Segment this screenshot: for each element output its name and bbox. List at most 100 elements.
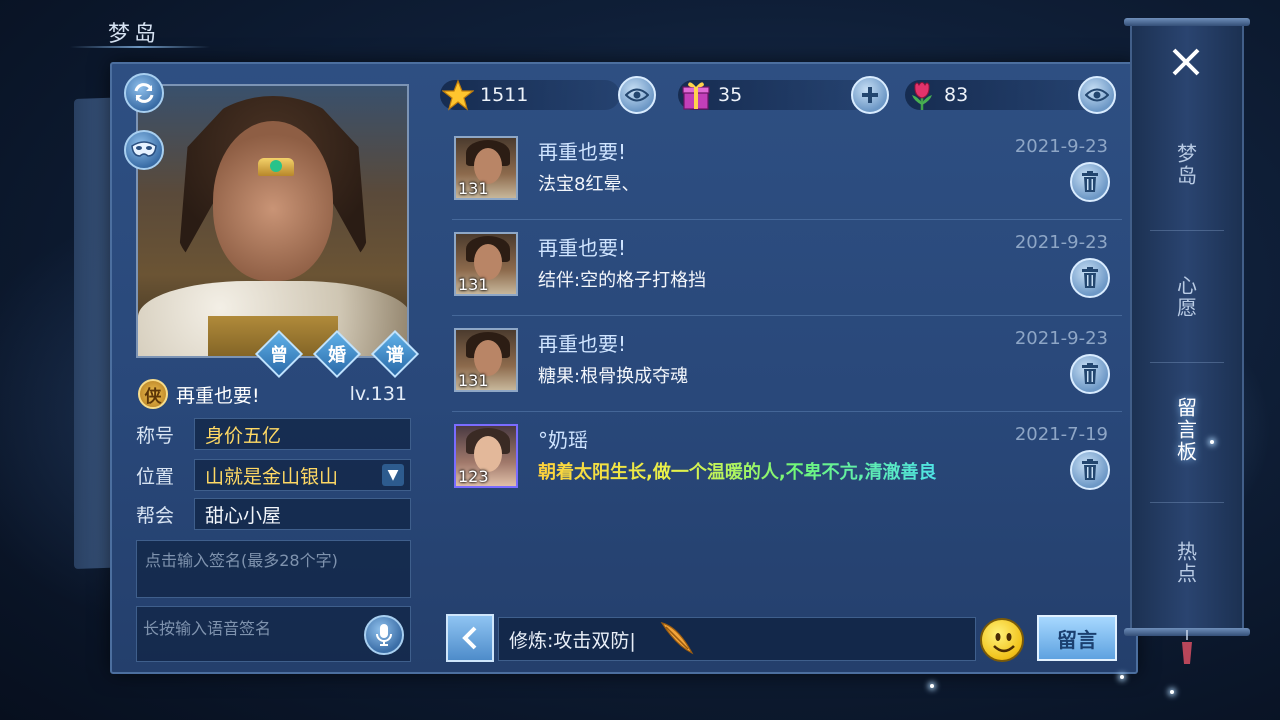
avatar[interactable]: 131	[454, 136, 518, 200]
tab-message-board[interactable]: 留言板	[1160, 384, 1212, 476]
microphone-icon	[376, 624, 392, 646]
message-input-value: 修炼:攻击双防|	[509, 629, 636, 652]
message-author[interactable]: 再重也要!	[538, 136, 626, 165]
mask-button[interactable]	[124, 130, 164, 170]
smiley-icon	[993, 633, 1015, 653]
back-button[interactable]	[446, 614, 494, 662]
class-badge: 侠	[138, 379, 168, 409]
tab-divider	[1150, 230, 1224, 231]
title-row: 称号 身价五亿	[136, 418, 411, 450]
message-author[interactable]: °奶瑶	[538, 424, 588, 453]
tag-label: 谱	[386, 345, 404, 366]
player-level: lv.131	[349, 383, 407, 405]
stars-value: 1511	[480, 84, 529, 106]
close-button[interactable]	[1166, 42, 1206, 82]
trash-icon	[1082, 363, 1098, 384]
gifts-stat: 35	[680, 78, 742, 112]
sparkle	[1120, 675, 1124, 679]
message-item: 131 再重也要! 2021-9-23 糖果:根骨换成夺魂	[452, 328, 1122, 420]
tab-wishes[interactable]: 心愿	[1160, 262, 1212, 332]
tab-dream-island[interactable]: 梦岛	[1160, 130, 1212, 200]
guild-row: 帮会 甜心小屋	[136, 498, 411, 530]
close-icon	[1172, 48, 1200, 76]
profile-name-row: 侠 再重也要! lv.131	[136, 378, 411, 410]
guild-label: 帮会	[136, 504, 175, 527]
avatar-level: 131	[458, 179, 489, 198]
tag-hun[interactable]: 婚	[311, 334, 363, 374]
player-name: 再重也要!	[176, 384, 260, 407]
message-date: 2021-9-23	[1014, 328, 1108, 349]
avatar[interactable]: 131	[454, 232, 518, 296]
delete-message-button[interactable]	[1070, 354, 1110, 394]
location-row: 位置 山就是金山银山 ▼	[136, 459, 411, 491]
quill-icon	[660, 622, 694, 655]
delete-message-button[interactable]	[1070, 450, 1110, 490]
message-text: 糖果:根骨换成夺魂	[538, 366, 689, 387]
delete-message-button[interactable]	[1070, 258, 1110, 298]
scroll-rod-top	[1124, 18, 1250, 26]
flowers-value: 83	[944, 84, 969, 106]
add-gift-button[interactable]	[851, 76, 889, 114]
flowers-stat: 83	[906, 78, 968, 112]
tag-label: 婚	[328, 345, 346, 366]
tab-hot-topics[interactable]: 热点	[1160, 528, 1212, 598]
avatar[interactable]: 123	[454, 424, 518, 488]
send-message-button[interactable]: 留言	[1037, 615, 1117, 661]
eye-icon	[625, 88, 649, 102]
status-tags: 曾 婚 谱	[253, 334, 421, 374]
emoji-button[interactable]	[980, 618, 1024, 662]
avatar[interactable]: 131	[454, 328, 518, 392]
title-value[interactable]: 身价五亿	[194, 418, 411, 450]
view-flowers-button[interactable]	[1078, 76, 1116, 114]
message-date: 2021-7-19	[1014, 424, 1108, 445]
avatar-level: 131	[458, 371, 489, 390]
signature-input[interactable]: 点击输入签名(最多28个字)	[136, 540, 411, 598]
location-label: 位置	[136, 465, 175, 488]
refresh-button[interactable]	[124, 73, 164, 113]
message-item: 131 再重也要! 2021-9-23 法宝8红晕、	[452, 136, 1122, 228]
gifts-value: 35	[718, 84, 743, 106]
chevron-left-icon	[462, 626, 477, 650]
tag-zeng[interactable]: 曾	[253, 334, 305, 374]
message-text: 法宝8红晕、	[538, 174, 640, 195]
eye-icon	[1085, 88, 1109, 102]
mask-icon	[131, 141, 157, 157]
flower-icon	[912, 82, 932, 110]
plus-icon	[862, 87, 878, 103]
chevron-down-icon[interactable]: ▼	[382, 464, 404, 486]
stars-stat: 1511	[442, 78, 528, 112]
sparkle	[1210, 440, 1214, 444]
sparkle	[1170, 690, 1174, 694]
message-text: 结伴:空的格子打格挡	[538, 270, 707, 291]
message-divider	[452, 219, 1122, 220]
voice-signature-placeholder: 长按输入语音签名	[143, 619, 272, 638]
message-author[interactable]: 再重也要!	[538, 328, 626, 357]
location-value: 山就是金山银山	[205, 465, 339, 488]
tag-label: 曾	[270, 345, 288, 366]
microphone-button[interactable]	[364, 615, 404, 655]
view-stars-button[interactable]	[618, 76, 656, 114]
message-author[interactable]: 再重也要!	[538, 232, 626, 261]
sparkle	[930, 684, 934, 688]
page-title: 梦岛	[108, 22, 161, 47]
message-text: 朝着太阳生长,做一个温暖的人,不卑不亢,清澈善良	[538, 458, 937, 484]
message-input[interactable]: 修炼:攻击双防|	[498, 617, 976, 661]
gift-icon	[682, 82, 710, 110]
tag-pu[interactable]: 谱	[369, 334, 421, 374]
tassel-decoration	[1182, 630, 1192, 664]
message-divider	[452, 411, 1122, 412]
avatar-level: 123	[458, 467, 489, 486]
title-underline	[70, 46, 210, 48]
title-label: 称号	[136, 424, 175, 447]
voice-signature-field[interactable]: 长按输入语音签名	[136, 606, 411, 662]
message-date: 2021-9-23	[1014, 136, 1108, 157]
tab-divider	[1150, 362, 1224, 363]
star-icon	[442, 79, 474, 111]
tab-divider	[1150, 502, 1224, 503]
delete-message-button[interactable]	[1070, 162, 1110, 202]
location-select[interactable]: 山就是金山银山 ▼	[194, 459, 411, 491]
message-date: 2021-9-23	[1014, 232, 1108, 253]
trash-icon	[1082, 267, 1098, 288]
trash-icon	[1082, 171, 1098, 192]
guild-value: 甜心小屋	[194, 498, 411, 530]
